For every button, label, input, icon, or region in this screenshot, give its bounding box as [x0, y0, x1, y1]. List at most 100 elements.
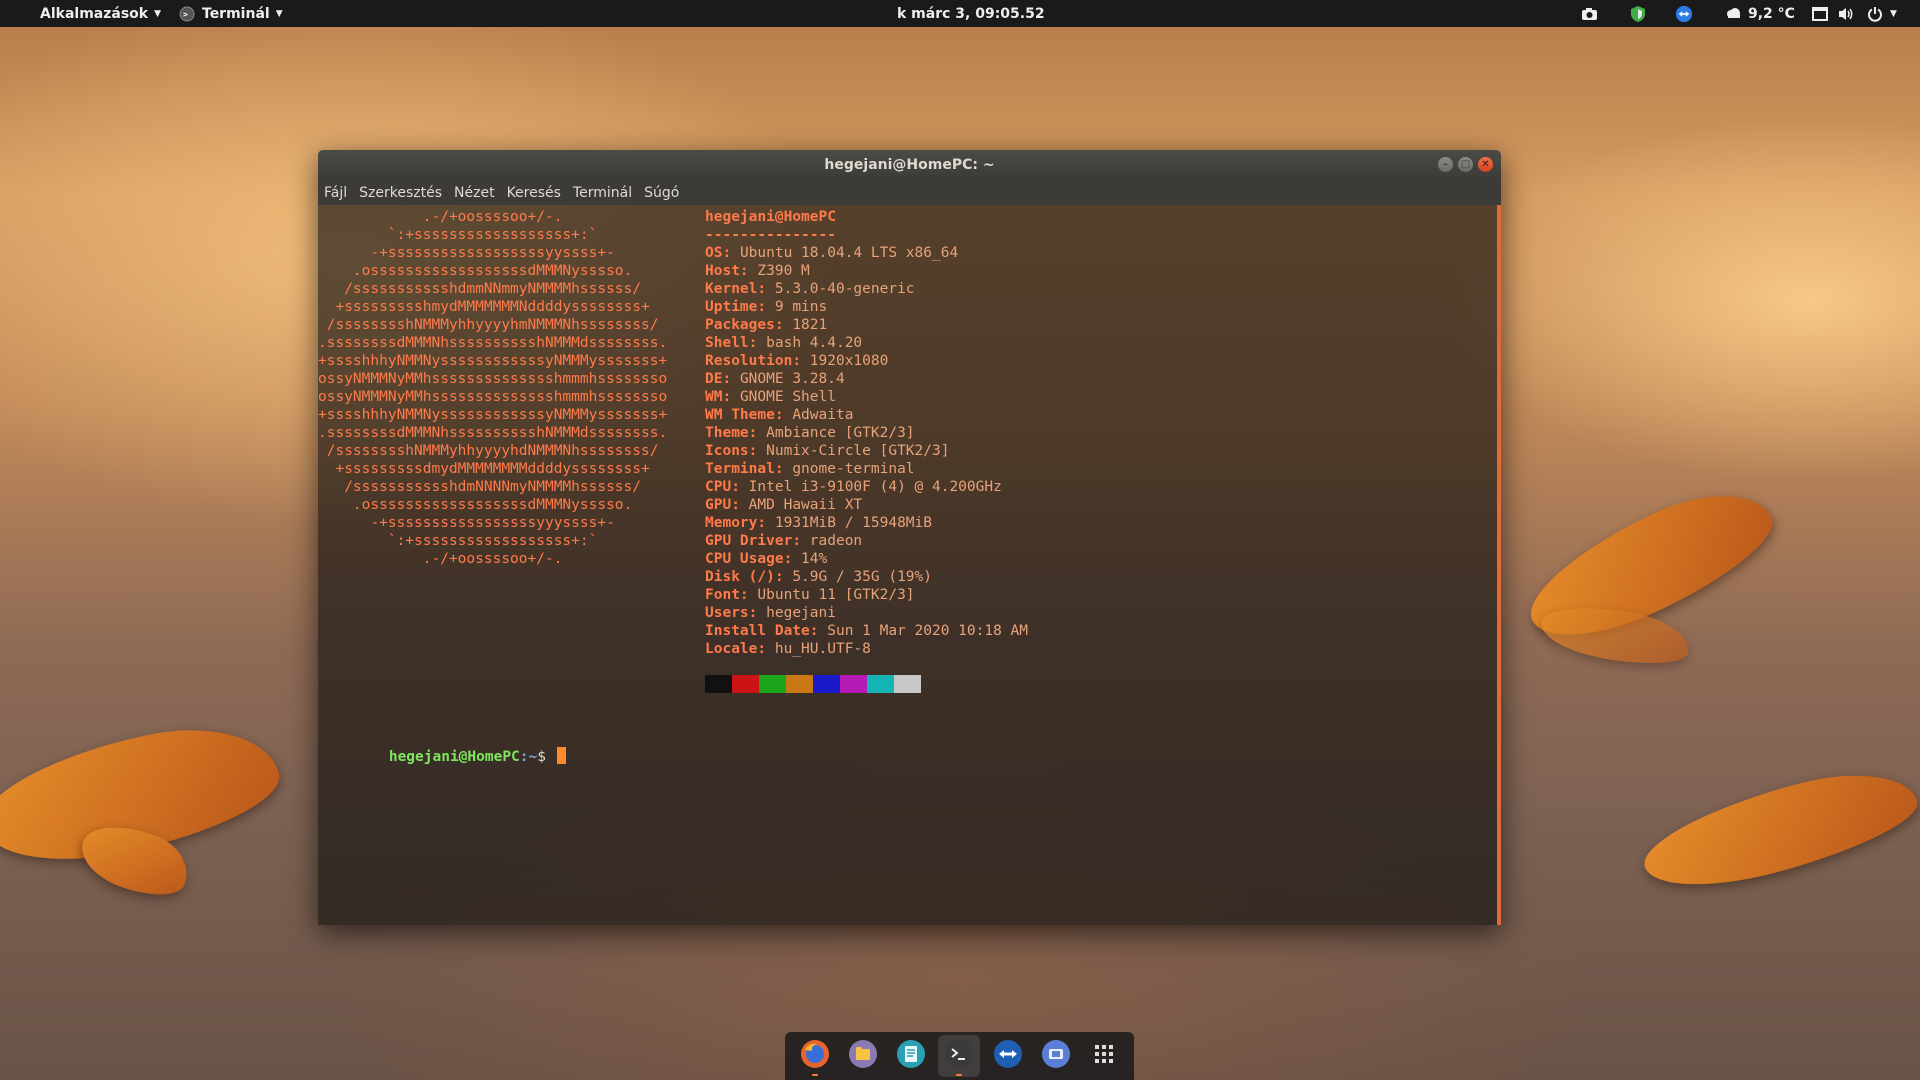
info-value: gnome-terminal — [792, 461, 915, 477]
info-row: Terminal: gnome-terminal — [705, 461, 915, 477]
system-menu[interactable]: ▼ — [1866, 0, 1897, 27]
info-key: Uptime — [705, 299, 758, 315]
menu-file[interactable]: Fájl — [318, 185, 353, 201]
info-row: WM: GNOME Shell — [705, 389, 836, 405]
volume-indicator[interactable] — [1837, 0, 1855, 27]
logo-line: `:+ssssssssssssssssss+:` — [318, 533, 598, 549]
chevron-down-icon: ▼ — [275, 8, 283, 19]
window-titlebar[interactable]: hegejani@HomePC: ~ – □ ✕ — [318, 150, 1501, 180]
maximize-icon: □ — [1460, 158, 1471, 170]
dock-item-teamviewer[interactable] — [987, 1035, 1029, 1077]
shell-prompt[interactable]: hegejani@HomePC:~$ — [319, 729, 566, 784]
window-title: hegejani@HomePC: ~ — [824, 157, 995, 173]
info-key: Host — [705, 263, 740, 279]
info-value: 9 mins — [774, 299, 828, 315]
menu-edit[interactable]: Szerkesztés — [353, 185, 448, 201]
clock[interactable]: k márc 3, 09:05.52 — [897, 0, 1045, 27]
app-grid-icon — [1092, 1042, 1116, 1070]
info-key: OS — [705, 245, 723, 261]
maximize-button[interactable]: □ — [1458, 157, 1473, 172]
chevron-down-icon: ▼ — [1890, 8, 1897, 19]
info-key: WM — [705, 389, 723, 405]
info-row: Install Date: Sun 1 Mar 2020 10:18 AM — [705, 623, 1029, 639]
app-menu[interactable]: > Terminál ▼ — [178, 0, 283, 27]
info-row: WM Theme: Adwaita — [705, 407, 854, 423]
activities-menu[interactable]: Alkalmazások ▼ — [40, 0, 161, 27]
close-button[interactable]: ✕ — [1478, 157, 1493, 172]
info-value: Numix-Circle [GTK2/3] — [766, 443, 950, 459]
wallpaper-leaf — [1634, 755, 1920, 905]
dock-item-app-grid[interactable] — [1083, 1035, 1125, 1077]
info-value: hu_HU.UTF-8 — [774, 641, 871, 657]
text-cursor — [556, 747, 566, 764]
info-row: Resolution: 1920x1080 — [705, 353, 889, 369]
info-key: Font — [705, 587, 740, 603]
info-row: Host: Z390 M — [705, 263, 810, 279]
color-swatch — [732, 675, 759, 693]
info-header: hegejani@HomePC — [705, 209, 836, 225]
info-row: Font: Ubuntu 11 [GTK2/3] — [705, 587, 915, 603]
dock-item-files[interactable] — [842, 1035, 884, 1077]
info-key: CPU Usage — [705, 551, 784, 567]
info-row: Uptime: 9 mins — [705, 299, 828, 315]
weather-cloud-icon — [1724, 5, 1742, 23]
logo-line: .ssssssssdMMMNhsssssssssshNMMMdssssssss. — [318, 335, 668, 351]
info-key: Packages — [705, 317, 775, 333]
menu-search[interactable]: Keresés — [501, 185, 567, 201]
dock — [785, 1032, 1134, 1080]
info-key: Shell — [705, 335, 749, 351]
logo-line: ossyNMMMNyMMhsssssssssssssshmmmhssssssso — [318, 371, 668, 387]
terminal-app-icon: > — [178, 5, 196, 23]
terminal-scrollbar[interactable] — [1497, 205, 1501, 925]
logo-line: `:+ssssssssssssssssss+:` — [318, 227, 598, 243]
info-value: hegejani — [766, 605, 836, 621]
menu-view[interactable]: Nézet — [448, 185, 501, 201]
info-key: CPU — [705, 479, 732, 495]
minimize-icon: – — [1443, 158, 1448, 170]
info-row: Kernel: 5.3.0-40-generic — [705, 281, 915, 297]
info-row: DE: GNOME 3.28.4 — [705, 371, 845, 387]
menu-help[interactable]: Súgó — [638, 185, 685, 201]
terminal-output[interactable]: .-/+oossssoo+/-. `:+ssssssssssssssssss+:… — [318, 205, 1501, 925]
info-row: GPU: AMD Hawaii XT — [705, 497, 863, 513]
menu-terminal[interactable]: Terminál — [567, 185, 638, 201]
dock-item-text-editor[interactable] — [890, 1035, 932, 1077]
teamviewer-indicator[interactable] — [1675, 0, 1693, 27]
display-indicator[interactable] — [1811, 0, 1829, 27]
prompt-user-host: hegejani@HomePC — [388, 749, 520, 765]
prompt-symbol: $ — [537, 749, 555, 765]
info-key: Terminal — [705, 461, 775, 477]
window-menubar: Fájl Szerkesztés Nézet Keresés Terminál … — [318, 180, 1501, 205]
info-value: GNOME 3.28.4 — [739, 371, 845, 387]
info-row: Disk (/): 5.9G / 35G (19%) — [705, 569, 932, 585]
logo-line: ossyNMMMNyMMhsssssssssssssshmmmhssssssso — [318, 389, 668, 405]
prompt-path: :~ — [519, 749, 538, 765]
dock-item-firefox[interactable] — [794, 1035, 836, 1077]
info-value: 1920x1080 — [809, 353, 889, 369]
screenshot-indicator[interactable] — [1580, 0, 1598, 27]
info-key: WM Theme — [705, 407, 775, 423]
logo-line: .-/+oossssoo+/-. — [318, 551, 563, 567]
minimize-button[interactable]: – — [1438, 157, 1453, 172]
weather-indicator[interactable]: 9,2 °C — [1724, 0, 1795, 27]
info-key: Theme — [705, 425, 749, 441]
logo-line: /sssssssshNMMMyhhyyyyhmNMMMNhssssssss/ — [318, 317, 659, 333]
color-swatch — [894, 675, 921, 693]
info-row: Theme: Ambiance [GTK2/3] — [705, 425, 915, 441]
info-value: Sun 1 Mar 2020 10:18 AM — [827, 623, 1029, 639]
shield-icon — [1629, 5, 1647, 23]
color-swatch — [705, 675, 732, 693]
info-value: 14% — [801, 551, 828, 567]
teamviewer-icon — [992, 1038, 1024, 1074]
app-menu-label: Terminál — [202, 5, 270, 22]
security-indicator[interactable] — [1629, 0, 1647, 27]
info-row: Memory: 1931MiB / 15948MiB — [705, 515, 932, 531]
svg-text:>: > — [183, 10, 188, 19]
dock-item-virtualbox[interactable] — [1035, 1035, 1077, 1077]
info-row: GPU Driver: radeon — [705, 533, 863, 549]
info-value: Z390 M — [757, 263, 810, 279]
dock-item-terminal[interactable] — [938, 1035, 981, 1077]
virtualbox-icon — [1040, 1038, 1072, 1074]
terminal-window: hegejani@HomePC: ~ – □ ✕ Fájl Szerkeszté… — [318, 150, 1501, 925]
info-row: Locale: hu_HU.UTF-8 — [705, 641, 871, 657]
